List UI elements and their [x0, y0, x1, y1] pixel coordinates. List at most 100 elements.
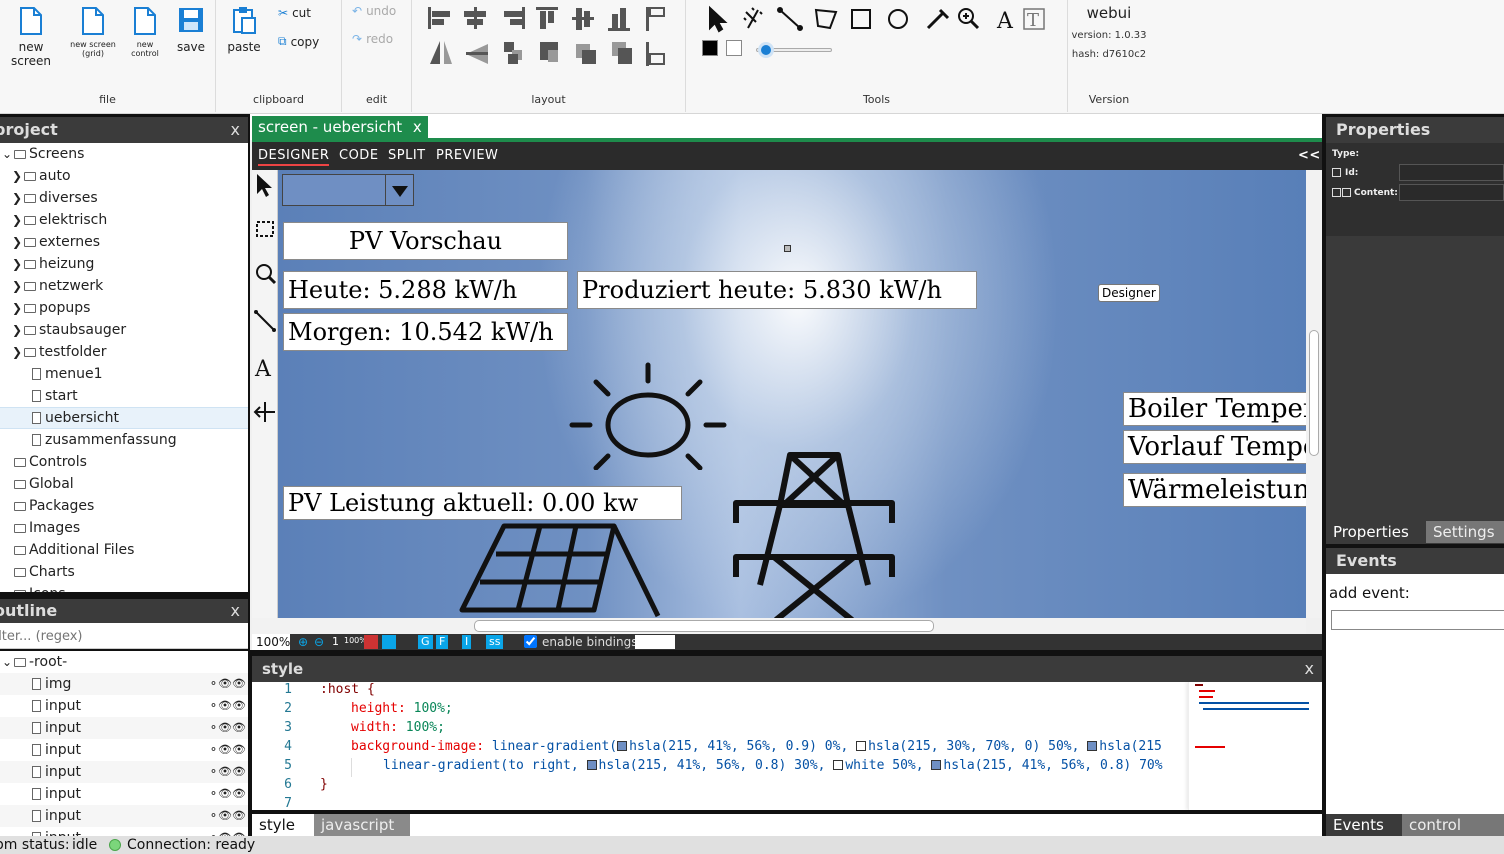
tree-folder-heizung[interactable]: ❯ heizung [10, 253, 94, 275]
flag-f[interactable]: F [436, 635, 449, 649]
undo-button[interactable]: ↶ undo [352, 4, 396, 18]
mode-preview[interactable]: PREVIEW [436, 148, 498, 163]
flag-i[interactable]: I [462, 635, 472, 649]
tree-section-icons[interactable]: Icons [0, 583, 66, 592]
designer-tool-icons[interactable]: A [252, 170, 278, 430]
zoom-level[interactable]: 100% [252, 634, 290, 650]
color-swatch[interactable] [856, 741, 867, 751]
tree-folder-staubsauger[interactable]: ❯ staubsauger [10, 319, 126, 341]
style-panel-close[interactable]: x [1305, 656, 1314, 682]
outline-item[interactable]: input⚬👁👁 [0, 805, 248, 827]
tree-screen-uebersicht[interactable]: uebersicht [0, 407, 248, 429]
tab-properties[interactable]: Properties [1326, 521, 1416, 543]
widget-heute[interactable]: Heute: 5.288 kW/h [283, 271, 568, 309]
widget-morgen[interactable]: Morgen: 10.542 kW/h [283, 313, 568, 351]
color-swatch[interactable] [617, 741, 628, 751]
tree-screen-zusammenfassung[interactable]: zusammenfassung [32, 429, 177, 451]
outline-item[interactable]: input⚬👁👁 [0, 695, 248, 717]
project-close-button[interactable]: x [231, 117, 240, 143]
canvas-select-arrow[interactable] [385, 175, 413, 205]
zoom-in-icon[interactable]: ⊕ [298, 635, 308, 649]
prop-id-input[interactable] [1399, 164, 1504, 181]
visibility-lock-icons[interactable]: ⚬👁👁 [209, 717, 246, 739]
style-code-editor[interactable]: 1 2 3 4 5 6 7 :host { height: 100%; widt… [252, 682, 1322, 810]
new-screen-button[interactable]: new screen [0, 6, 62, 68]
outline-item[interactable]: input⚬👁👁 [0, 783, 248, 805]
zoom-out-icon[interactable]: ⊖ [314, 635, 324, 649]
slider-handle[interactable] [758, 42, 774, 58]
tree-folder-auto[interactable]: ❯ auto [10, 165, 71, 187]
cut-button[interactable]: ✂ cut [278, 6, 311, 20]
solar-panel-icon[interactable] [458, 520, 698, 618]
tree-section-images[interactable]: Images [0, 517, 80, 539]
redo-button[interactable]: ↷ redo [352, 32, 393, 46]
outline-item[interactable]: input⚬👁👁 [0, 761, 248, 783]
tab-control-prop[interactable]: control prop. [1402, 814, 1504, 854]
tree-folder-diverses[interactable]: ❯ diverses [10, 187, 98, 209]
outline-item[interactable]: input⚬👁👁 [0, 739, 248, 761]
hscroll-thumb[interactable] [474, 620, 934, 632]
sun-icon[interactable] [568, 360, 728, 470]
visibility-lock-icons[interactable]: ⚬👁👁 [209, 805, 246, 827]
tree-section-charts[interactable]: Charts [0, 561, 75, 583]
tab-events[interactable]: Events [1326, 814, 1391, 836]
tree-screen-menue1[interactable]: menue1 [32, 363, 103, 385]
widget-vorlauf[interactable]: Vorlauf Tempe [1123, 430, 1306, 464]
flag-g[interactable]: G [418, 635, 433, 649]
new-screen-grid-button[interactable]: new screen (grid) [68, 6, 118, 58]
visibility-lock-icons[interactable]: ⚬👁👁 [209, 673, 246, 695]
prop-id-checkbox[interactable] [1332, 168, 1341, 177]
mode-code[interactable]: CODE [339, 148, 379, 163]
tab-style[interactable]: style [252, 814, 302, 836]
tree-folder-externes[interactable]: ❯ externes [10, 231, 100, 253]
color-swatch[interactable] [931, 760, 942, 770]
widget-pv-leistung[interactable]: PV Leistung aktuell: 0.00 kw [283, 486, 682, 520]
outline-item[interactable]: input⚬👁👁 [0, 717, 248, 739]
document-tab-close[interactable]: x [413, 118, 422, 136]
outline-item[interactable]: input⚬👁👁 [0, 827, 248, 836]
canvas-select-widget[interactable] [282, 174, 414, 206]
color-swatch[interactable] [586, 760, 597, 770]
color-swatch[interactable] [833, 760, 844, 770]
visibility-lock-icons[interactable]: ⚬👁👁 [209, 695, 246, 717]
add-event-input[interactable] [1331, 610, 1504, 630]
code-minimap[interactable] [1188, 682, 1322, 810]
zoom-reset-button[interactable]: 1 [332, 635, 339, 648]
grid-icon[interactable] [364, 635, 378, 649]
tab-javascript[interactable]: javascript [314, 814, 410, 836]
collapse-button[interactable]: << [1298, 148, 1321, 163]
canvas-horizontal-scrollbar[interactable] [252, 618, 1306, 634]
copy-button[interactable]: ⧉ copy [278, 34, 319, 49]
snap-icon[interactable] [382, 635, 396, 649]
stroke-color-swatch[interactable] [702, 40, 718, 56]
widget-pv-vorschau[interactable]: PV Vorschau [283, 222, 568, 260]
prop-content-input[interactable] [1399, 184, 1504, 201]
tree-section-global[interactable]: Global [0, 473, 74, 495]
outline-close-button[interactable]: x [231, 599, 240, 623]
visibility-lock-icons[interactable]: ⚬👁👁 [209, 827, 246, 836]
tree-folder-elektrisch[interactable]: ❯ elektrisch [10, 209, 107, 231]
paste-button[interactable]: paste [224, 6, 264, 54]
mode-split[interactable]: SPLIT [388, 148, 426, 163]
tree-folder-popups[interactable]: ❯ popups [10, 297, 90, 319]
widget-boiler[interactable]: Boiler Temper [1123, 392, 1306, 426]
tree-screens-root[interactable]: ⌄ Screens [0, 143, 84, 165]
prop-content-checkbox[interactable] [1332, 188, 1341, 197]
visibility-lock-icons[interactable]: ⚬👁👁 [209, 783, 246, 805]
visibility-lock-icons[interactable]: ⚬👁👁 [209, 761, 246, 783]
flag-ss[interactable]: ss [486, 635, 504, 649]
vscroll-thumb[interactable] [1309, 330, 1319, 456]
power-pylon-icon[interactable] [730, 445, 898, 618]
save-button[interactable]: save [170, 6, 212, 54]
layout-align-icons[interactable] [424, 4, 684, 70]
tree-section-additional-files[interactable]: Additional Files [0, 539, 134, 561]
widget-waerme[interactable]: Wärmeleistung [1123, 473, 1306, 507]
tree-folder-testfolder[interactable]: ❯ testfolder [10, 341, 107, 363]
visibility-lock-icons[interactable]: ⚬👁👁 [209, 739, 246, 761]
mode-designer[interactable]: DESIGNER [258, 148, 330, 166]
enable-bindings-checkbox[interactable] [524, 635, 537, 648]
new-control-button[interactable]: new control [122, 6, 168, 58]
status-input[interactable] [635, 635, 675, 649]
tree-section-controls[interactable]: Controls [0, 451, 87, 473]
color-swatch[interactable] [1087, 741, 1098, 751]
